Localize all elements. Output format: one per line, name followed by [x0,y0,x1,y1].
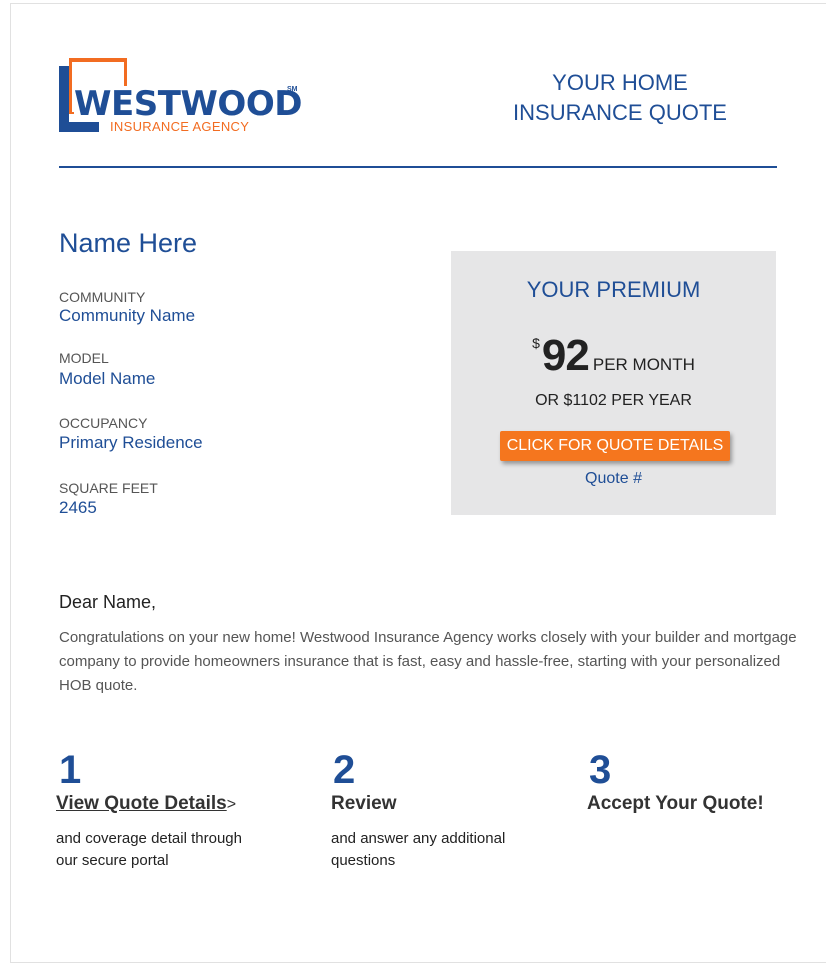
chevron-right-icon[interactable]: > [227,796,236,813]
square-feet-value: 2465 [59,498,97,517]
header-divider [59,166,777,168]
step-1-desc-line1: and coverage detail through [56,830,242,847]
page-title-line1: YOUR HOME [552,70,688,95]
occupancy-value: Primary Residence [59,433,203,452]
step-1-description: and coverage detail through our secure p… [56,828,242,872]
letter-body: Congratulations on your new home! Westwo… [59,629,797,694]
view-quote-details-link[interactable]: View Quote Details [56,793,227,814]
premium-amount: 92 [541,331,590,380]
step-2-desc-line2: questions [331,852,396,869]
premium-amount-row: $92 PER MONTH [451,331,776,381]
premium-period: PER MONTH [592,355,695,374]
quote-number: Quote # [585,470,642,487]
logo-subtitle: INSURANCE AGENCY [110,119,250,134]
square-feet-label: SQUARE FEET [59,480,158,496]
page-title: YOUR HOME INSURANCE QUOTE [490,68,750,128]
step-2-title: Review [331,793,397,814]
occupancy-label: OCCUPANCY [59,415,148,431]
logo-service-mark: SM [287,86,298,93]
step-3-title: Accept Your Quote! [587,793,764,814]
premium-title: YOUR PREMIUM [526,277,701,302]
letter-greeting: Dear Name, [59,592,157,612]
logo-wordmark: WESTWOOD [74,86,305,122]
step-1-number: 1 [59,748,82,792]
quote-details-button[interactable]: CLICK FOR QUOTE DETAILS [500,431,730,461]
community-value: Community Name [59,306,196,325]
step-2-description: and answer any additional questions [331,828,505,872]
customer-name: Name Here [59,228,198,258]
premium-box: YOUR PREMIUM $92 PER MONTH OR $1102 PER Y… [451,251,776,515]
step-2-number: 2 [333,748,356,792]
step-1-title: View Quote Details> [56,793,236,815]
step-1-desc-line2: our secure portal [56,852,169,869]
step-2-desc-line1: and answer any additional [331,830,506,847]
premium-yearly: OR $1102 PER YEAR [535,392,692,409]
westwood-logo: WESTWOOD SM INSURANCE AGENCY [59,58,309,134]
community-label: COMMUNITY [59,289,146,305]
model-label: MODEL [59,350,109,366]
premium-currency: $ [532,335,540,351]
step-3-number: 3 [589,748,612,792]
page-title-line2: INSURANCE QUOTE [513,100,727,125]
model-value: Model Name [59,369,156,388]
